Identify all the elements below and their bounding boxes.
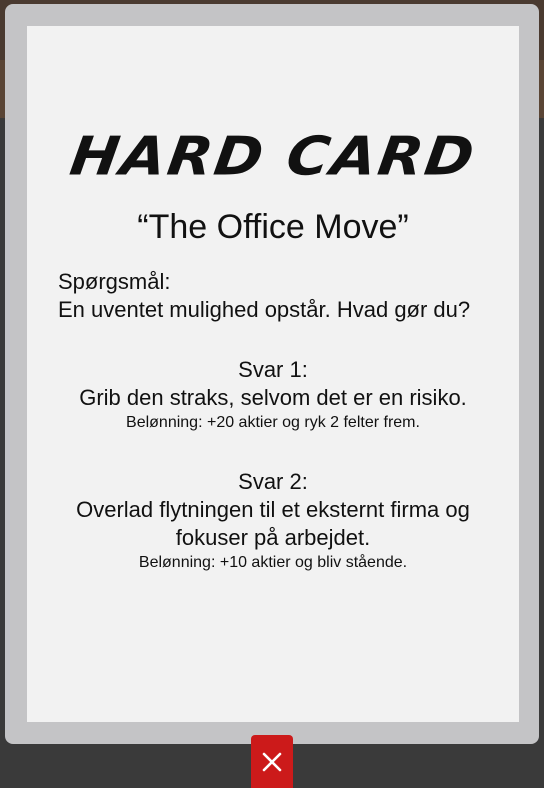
answer-label: Svar 1: <box>238 357 308 382</box>
answer-label: Svar 2: <box>238 469 308 494</box>
card-modal: HARD CARD “The Office Move” Spørgsmål: E… <box>5 4 539 744</box>
answer-reward: Belønning: +20 aktier og ryk 2 felter fr… <box>126 414 420 431</box>
question-block: Spørgsmål: En uventet mulighed opstår. H… <box>58 268 498 324</box>
answer-reward: Belønning: +10 aktier og bliv stående. <box>138 554 408 571</box>
answer-option-1: Svar 1: Grib den straks, selvom det er e… <box>47 356 499 434</box>
card-title: “The Office Move” <box>137 208 409 246</box>
close-button[interactable] <box>251 735 293 788</box>
card-heading: HARD CARD <box>66 124 480 188</box>
answer-text: Overlad flytningen til et eksternt firma… <box>76 497 470 550</box>
card-face: HARD CARD “The Office Move” Spørgsmål: E… <box>27 26 519 722</box>
close-icon <box>261 751 283 773</box>
question-text: En uventet mulighed opstår. Hvad gør du? <box>58 297 471 322</box>
question-label: Spørgsmål: <box>58 269 171 294</box>
answer-option-2: Svar 2: Overlad flytningen til et ekster… <box>47 468 499 574</box>
answer-text: Grib den straks, selvom det er en risiko… <box>79 385 467 410</box>
